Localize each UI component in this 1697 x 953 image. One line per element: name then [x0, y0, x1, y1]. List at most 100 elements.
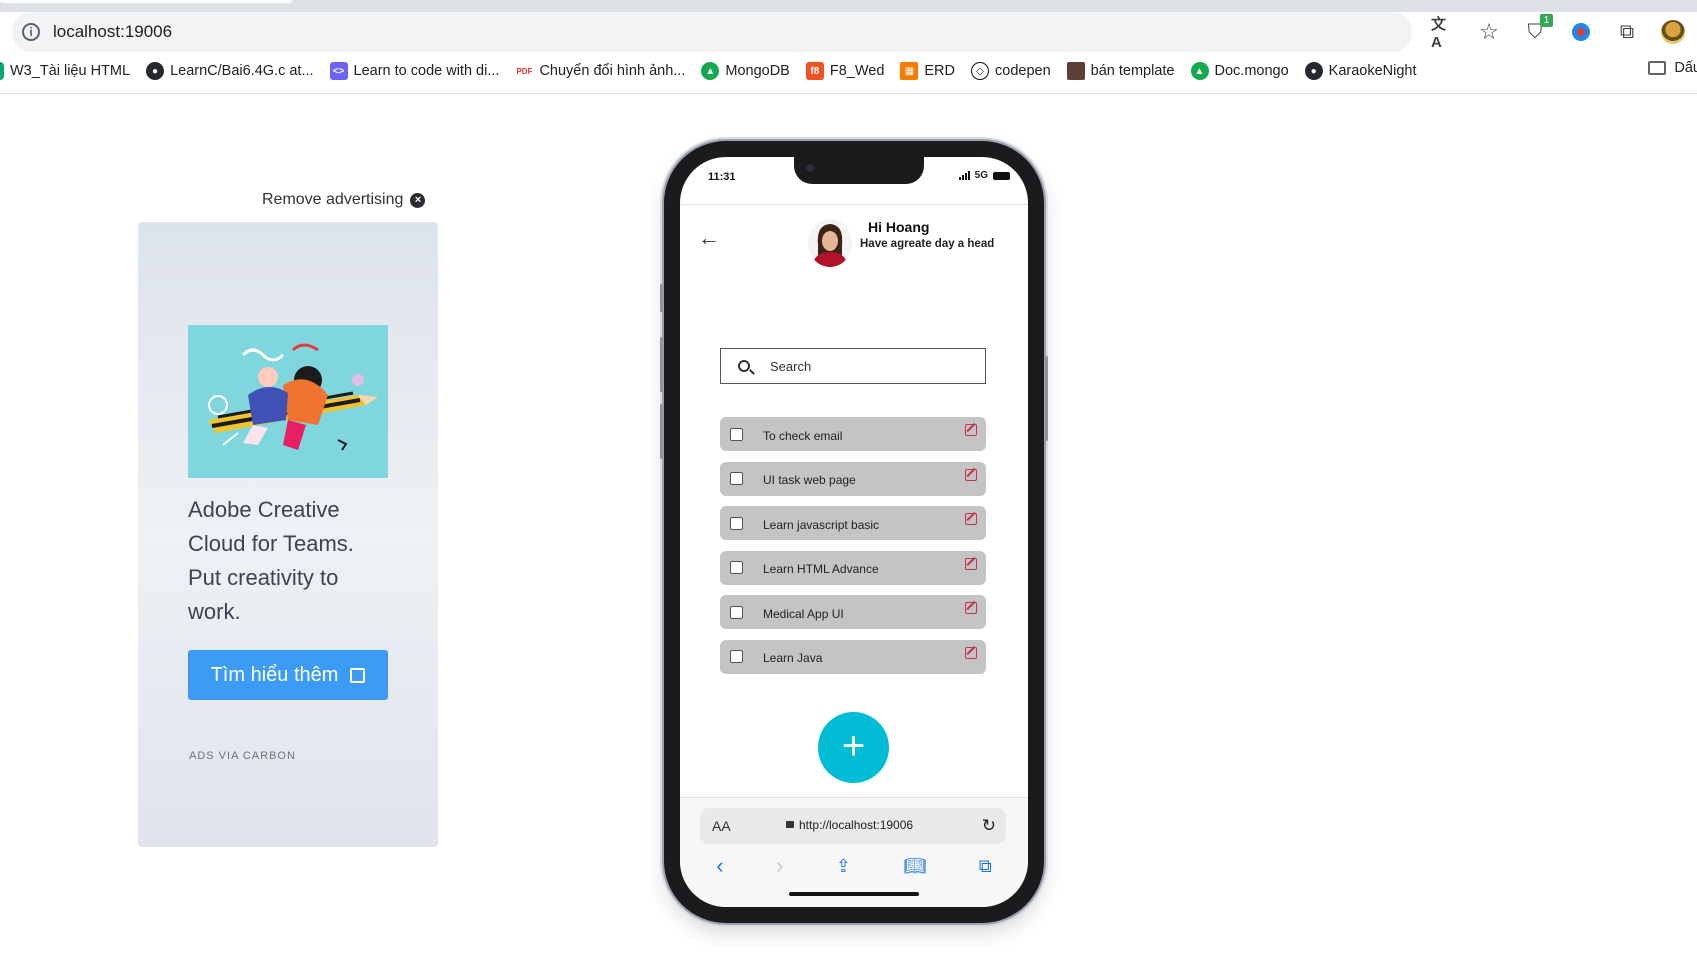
task-checkbox[interactable]	[730, 427, 743, 441]
task-item[interactable]: To check email	[720, 417, 986, 451]
phone-screen: 11:31 5G ← Hi Hoang Have agreate day a h…	[680, 157, 1028, 907]
task-label: Learn javascript basic	[763, 517, 880, 532]
address-bar[interactable]: i localhost:19006	[12, 12, 1412, 52]
safari-nav-bar: ‹ › ⇪ 📖︎ ⧉	[680, 853, 1028, 879]
add-task-button[interactable]: +	[818, 712, 889, 783]
bookmark-label: Learn to code with di...	[353, 63, 500, 79]
camera-icon	[806, 164, 814, 172]
avatar[interactable]	[808, 219, 852, 267]
extensions-area: 文A ☆ ⛉ 1 ⧉	[1431, 14, 1685, 51]
task-checkbox[interactable]	[730, 516, 743, 530]
mongodb-icon: ▲	[701, 62, 720, 80]
task-checkbox[interactable]	[730, 472, 743, 486]
tabs-icon[interactable]: ⧉	[979, 856, 992, 877]
bookmark-label: Chuyển đổi hình ảnh...	[539, 63, 686, 79]
greeting-name: Hi Hoang	[868, 219, 930, 235]
bookmark-item[interactable]: ▦ ERD	[900, 62, 955, 80]
search-placeholder: Search	[770, 358, 812, 374]
task-label: Learn HTML Advance	[763, 562, 879, 577]
remove-advertising-label: Remove advertising	[262, 191, 404, 208]
bookmark-label: LearnC/Bai6.4G.c at...	[170, 63, 314, 79]
erd-icon: ▦	[900, 62, 919, 80]
safari-url-text[interactable]: http://localhost:19006	[799, 818, 913, 832]
task-checkbox[interactable]	[730, 561, 743, 575]
github-icon: ●	[1304, 62, 1323, 80]
chevron-left-icon[interactable]: ‹	[716, 853, 723, 879]
task-item[interactable]: Learn Java	[720, 639, 986, 674]
bookmark-item[interactable]: ▲ Doc.mongo	[1190, 62, 1289, 80]
bookmark-item[interactable]: ◇ codepen	[971, 62, 1051, 80]
task-item[interactable]: Medical App UI	[720, 595, 986, 630]
tab-strip	[0, 0, 1697, 12]
ad-headline[interactable]: Adobe Creative Cloud for Teams. Put crea…	[188, 493, 388, 629]
edit-icon[interactable]	[965, 557, 977, 570]
task-item[interactable]: UI task web page	[720, 461, 986, 496]
search-input[interactable]: Search	[720, 348, 986, 384]
folder-icon	[1648, 61, 1667, 75]
star-icon[interactable]: ☆	[1477, 19, 1501, 44]
status-time: 11:31	[708, 171, 736, 183]
remove-advertising-link[interactable]: Remove advertising ×	[262, 191, 426, 209]
task-label: UI task web page	[763, 473, 856, 488]
profile-avatar[interactable]	[1661, 20, 1685, 44]
task-checkbox[interactable]	[730, 605, 743, 619]
task-item[interactable]: Learn javascript basic	[720, 506, 986, 541]
edit-icon[interactable]	[965, 468, 977, 481]
folder-label: Dấu	[1674, 60, 1697, 76]
edit-icon[interactable]	[965, 602, 977, 615]
task-label: Medical App UI	[763, 606, 844, 621]
bookmark-item[interactable]: f8 F8_Wed	[805, 62, 884, 80]
url-text[interactable]: localhost:19006	[53, 22, 172, 42]
avatar-photo	[808, 219, 852, 267]
greeting-subtitle: Have agreate day a head	[860, 238, 995, 250]
edit-icon[interactable]	[965, 646, 977, 659]
signal-icon	[958, 171, 970, 180]
ad-illustration[interactable]	[188, 325, 388, 478]
bookmark-item[interactable]: W3_Tài liệu HTML	[0, 62, 130, 80]
bookmark-item[interactable]: ▲ MongoDB	[701, 62, 790, 80]
task-checkbox[interactable]	[730, 650, 743, 664]
safari-toolbar: AA http://localhost:19006 ↻ ‹ › ⇪ 📖︎ ⧉	[680, 797, 1028, 907]
bookmark-item[interactable]: <> Learn to code with di...	[329, 62, 500, 80]
reload-icon[interactable]: ↻	[982, 816, 996, 836]
bookmark-item[interactable]: bán template	[1066, 62, 1175, 80]
bookmark-item[interactable]: ● KaraokeNight	[1304, 62, 1417, 80]
home-indicator	[789, 892, 919, 896]
close-circle-icon[interactable]: ×	[410, 192, 426, 208]
phone-notch	[794, 157, 924, 184]
bookmarks-book-icon[interactable]: 📖︎	[904, 856, 927, 877]
chevron-right-icon[interactable]: ›	[776, 853, 783, 879]
bookmark-item[interactable]: ● LearnC/Bai6.4G.c at...	[146, 62, 314, 80]
shield-extension-icon[interactable]: ⛉ 1	[1523, 14, 1553, 44]
phone-power-button	[1045, 356, 1048, 441]
back-arrow-icon[interactable]: ←	[698, 225, 720, 251]
codepen-icon: ◇	[971, 62, 990, 80]
github-icon: ●	[146, 62, 165, 80]
task-item[interactable]: Learn HTML Advance	[720, 550, 986, 585]
learn-more-label: Tìm hiểu thêm	[210, 663, 339, 686]
puzzle-icon[interactable]: ⧉	[1615, 20, 1639, 44]
w3-icon	[0, 62, 4, 80]
phone-mute-switch	[660, 284, 663, 312]
bookmarks-folder[interactable]: Dấu	[1648, 60, 1697, 76]
extension-badge: 1	[1540, 14, 1553, 27]
battery-icon	[993, 171, 1010, 180]
edit-icon[interactable]	[965, 424, 977, 436]
phone-frame: 11:31 5G ← Hi Hoang Have agreate day a h…	[660, 141, 1048, 923]
bookmark-item[interactable]: PDF Chuyển đổi hình ảnh...	[515, 62, 685, 80]
active-tab[interactable]	[0, 0, 292, 3]
bookmark-label: MongoDB	[725, 63, 790, 79]
share-icon[interactable]: ⇪	[836, 856, 851, 877]
lock-icon	[786, 821, 794, 828]
translate-icon[interactable]: 文A	[1431, 16, 1455, 51]
safari-address-bar[interactable]: AA http://localhost:19006 ↻	[700, 808, 1006, 844]
edit-icon[interactable]	[965, 513, 977, 526]
learn-more-button[interactable]: Tìm hiểu thêm	[188, 650, 388, 700]
task-label: To check email	[763, 428, 843, 443]
site-info-icon[interactable]: i	[22, 23, 40, 41]
task-label: Learn Java	[763, 651, 823, 666]
ads-via-carbon[interactable]: ADS VIA CARBON	[189, 750, 296, 762]
extension-colorful-icon[interactable]	[1569, 20, 1593, 44]
ad-card: Adobe Creative Cloud for Teams. Put crea…	[138, 222, 438, 847]
text-size-button[interactable]: AA	[712, 818, 731, 834]
